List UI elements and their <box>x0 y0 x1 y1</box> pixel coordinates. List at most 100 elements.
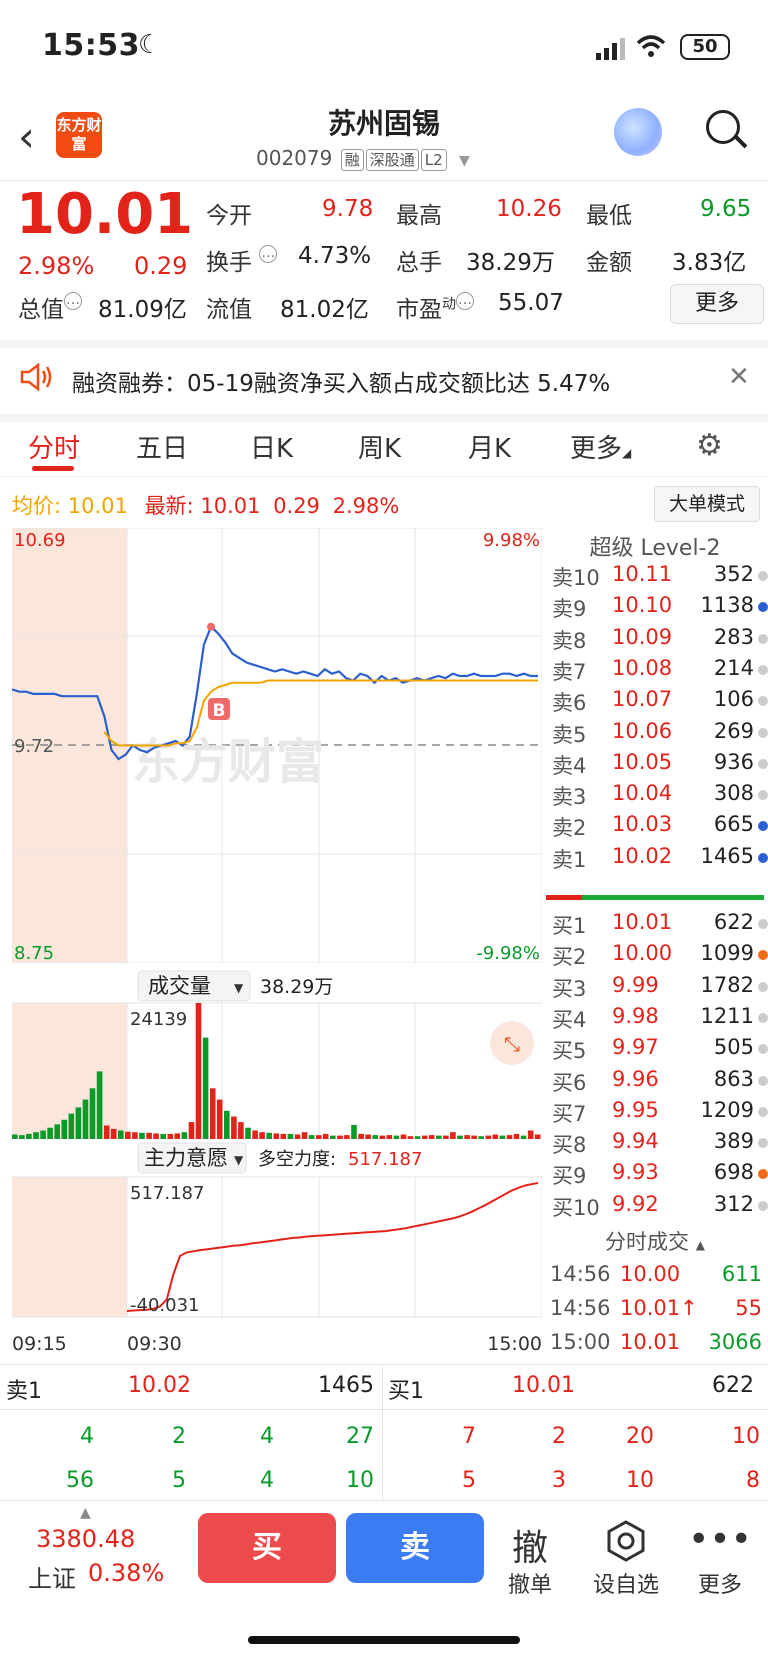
notice-bar[interactable]: 融资融券：05-19融资净买入额占成交额比达 5.47% ✕ <box>0 340 768 422</box>
ask-row[interactable]: 卖9 10.10 1138 <box>552 593 768 624</box>
ask-queue-qty: 27 <box>346 1424 374 1449</box>
gear-icon[interactable]: ⚙ <box>696 428 723 463</box>
volume-bar <box>231 1116 237 1139</box>
tick-price: 10.00 <box>620 1262 681 1286</box>
bid-row[interactable]: 买9 9.93 698 <box>552 1160 768 1191</box>
volume-bar <box>386 1135 393 1139</box>
turnover-label[interactable]: 换手 … <box>206 243 278 277</box>
cancel-order-icon[interactable]: 撤 <box>490 1519 570 1571</box>
more-label[interactable]: 更多 <box>680 1567 760 1599</box>
robot-avatar-icon[interactable] <box>614 108 662 156</box>
buy-marker: B <box>208 698 230 721</box>
tab-weekly-k[interactable]: 周K <box>358 428 401 465</box>
bid-queue-qty: 20 <box>626 1424 654 1449</box>
volume-bar <box>245 1127 251 1139</box>
ask-queue-qty: 56 <box>66 1468 94 1493</box>
bid-volume: 1099 <box>700 941 754 966</box>
bid-price: 9.99 <box>612 972 659 997</box>
ask-row[interactable]: 卖6 10.07 106 <box>552 687 768 718</box>
pe-value: 55.07 <box>498 290 564 316</box>
big-order-mode-button[interactable]: 大单模式 <box>654 486 760 522</box>
ask-row[interactable]: 卖5 10.06 269 <box>552 719 768 750</box>
bid-queue-qty: 10 <box>732 1424 760 1449</box>
pe-label[interactable]: 市盈动… <box>396 290 474 324</box>
close-icon[interactable]: ✕ <box>728 362 750 392</box>
more-button[interactable]: 更多 <box>670 284 764 324</box>
high-value: 10.26 <box>496 196 562 222</box>
ask-row[interactable]: 卖10 10.11 352 <box>552 562 768 593</box>
tab-intraday[interactable]: 分时 <box>28 428 80 465</box>
stock-code-row[interactable]: 002079 融深股通 L2 ▼ <box>256 146 470 171</box>
order-dot-icon <box>758 852 768 863</box>
volume-bar <box>301 1132 308 1139</box>
ask-row[interactable]: 卖8 10.09 283 <box>552 625 768 656</box>
pct-bottom-label: -9.98% <box>476 943 540 964</box>
ask-level-label: 卖1 <box>552 847 587 872</box>
ask-volume: 936 <box>713 749 754 774</box>
intraday-chart[interactable]: 东方财富 10.69 9.72 8.75 9.98% -9.98% B 成交量 … <box>12 528 542 1358</box>
volume-bar <box>26 1133 32 1139</box>
more-dots-icon[interactable]: ••• <box>680 1519 760 1560</box>
bid1-volume: 622 <box>712 1373 754 1398</box>
bid-row[interactable]: 买7 9.95 1209 <box>552 1098 768 1129</box>
ask-row[interactable]: 卖3 10.04 308 <box>552 781 768 812</box>
volume-bar <box>209 1088 216 1139</box>
open-value: 9.78 <box>322 196 374 222</box>
tab-monthly-k[interactable]: 月K <box>468 428 511 465</box>
bid-level-label: 买7 <box>552 1101 587 1126</box>
order-dot-icon <box>758 571 768 581</box>
ask-volume: 1465 <box>700 843 754 868</box>
index-percent[interactable]: 0.38% <box>88 1559 164 1587</box>
buy-button[interactable]: 买 <box>198 1513 336 1583</box>
level2-title[interactable]: 超级 Level-2 <box>542 530 768 562</box>
order-dot-icon <box>758 919 768 929</box>
cancel-order-label[interactable]: 撤单 <box>490 1567 570 1599</box>
tab-five-day[interactable]: 五日 <box>136 428 188 465</box>
dropdown-icon[interactable]: ▼ <box>459 153 470 169</box>
ask-price: 10.05 <box>612 749 673 774</box>
volume-bar <box>421 1135 428 1139</box>
hexagon-icon[interactable] <box>586 1519 666 1572</box>
index-value[interactable]: 3380.48 <box>36 1525 135 1553</box>
bid-price: 9.98 <box>612 1003 659 1028</box>
tab-daily-k[interactable]: 日K <box>250 428 293 465</box>
bid-row[interactable]: 买2 10.00 1099 <box>552 941 768 972</box>
volume-bar <box>499 1135 506 1139</box>
tick-volume: 611 <box>721 1262 762 1286</box>
bid-row[interactable]: 买10 9.92 312 <box>552 1192 768 1223</box>
bid-row[interactable]: 买4 9.98 1211 <box>552 1003 768 1035</box>
bid-row[interactable]: 买8 9.94 389 <box>552 1129 768 1160</box>
ask-row[interactable]: 卖2 10.03 665 <box>552 812 768 843</box>
bid-queue-qty: 7 <box>462 1424 476 1449</box>
ask-row[interactable]: 卖4 10.05 936 <box>552 749 768 781</box>
volume-max-label: 24139 <box>130 1009 187 1030</box>
latest-percent: 2.98% <box>332 494 400 518</box>
svg-text:B: B <box>213 701 226 721</box>
volume-bar <box>47 1127 53 1139</box>
watermark: 东方财富 <box>132 736 324 789</box>
bid-row[interactable]: 买6 9.96 863 <box>552 1067 768 1098</box>
volume-bar <box>139 1132 145 1139</box>
tick-price: 10.01 <box>620 1330 681 1354</box>
bid-row[interactable]: 买1 10.01 622 <box>552 910 768 941</box>
bid-row[interactable]: 买5 9.97 505 <box>552 1035 768 1066</box>
index-name[interactable]: 上证 <box>28 1559 76 1594</box>
bid-volume: 1211 <box>700 1003 754 1028</box>
ask-row[interactable]: 卖7 10.08 214 <box>552 656 768 687</box>
sell-button[interactable]: 卖 <box>346 1513 484 1583</box>
volume-bar <box>202 1037 209 1139</box>
x-label-0915: 09:15 <box>12 1333 67 1355</box>
tab-more[interactable]: 更多◢ <box>570 428 631 465</box>
volume-bar <box>224 1110 230 1139</box>
bid1-price: 10.01 <box>512 1373 575 1398</box>
bid-row[interactable]: 买3 9.99 1782 <box>552 972 768 1004</box>
add-watchlist-label[interactable]: 设自选 <box>586 1567 666 1599</box>
bid-volume: 505 <box>713 1035 754 1060</box>
mktcap-label[interactable]: 总值… <box>18 290 82 324</box>
order-dot-icon <box>758 981 768 992</box>
connect-tag: 深股通 <box>365 149 419 171</box>
time-sales-title[interactable]: 分时成交 ▲ <box>542 1226 768 1256</box>
status-bar: 15:53 ☾ 50 <box>0 0 768 90</box>
ask-row[interactable]: 卖1 10.02 1465 <box>552 843 768 875</box>
volume-bar <box>110 1128 117 1139</box>
